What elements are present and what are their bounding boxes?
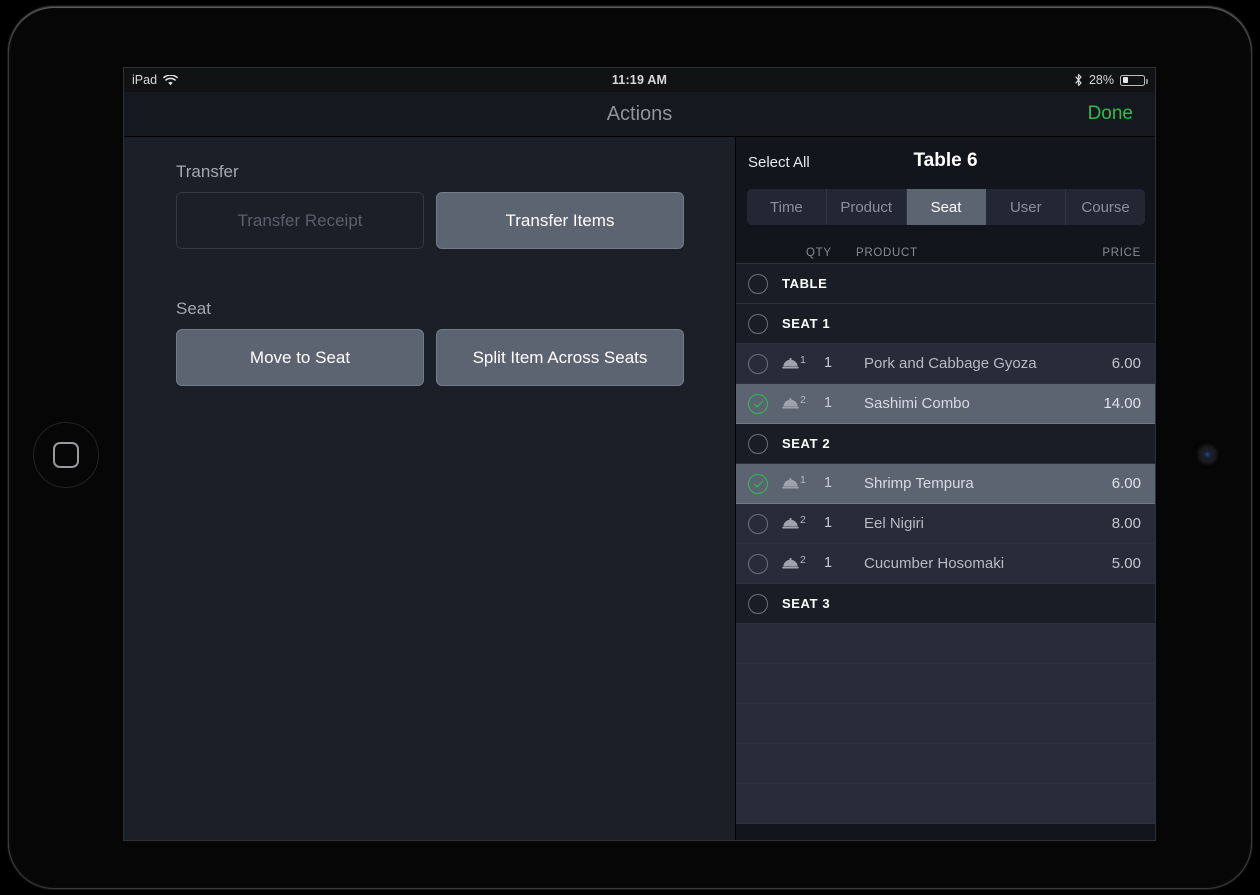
done-button[interactable]: Done — [1088, 92, 1133, 136]
radio-circle-icon[interactable] — [748, 314, 768, 334]
order-item-list[interactable]: TABLE SEAT 1 1 1 Pork and Cabbage Gyoza 6.00 2… — [736, 264, 1155, 840]
transfer-section-label: Transfer — [176, 162, 239, 181]
actions-panel: Transfer Transfer Receipt Transfer Items… — [124, 137, 735, 840]
group-row[interactable]: SEAT 3 — [736, 584, 1155, 624]
item-price: 6.00 — [1111, 475, 1141, 492]
radio-circle-icon[interactable] — [748, 434, 768, 454]
radio-circle-icon[interactable] — [748, 354, 768, 374]
empty-row — [736, 704, 1155, 744]
battery-icon — [1120, 74, 1148, 86]
status-bar: iPad 11:19 AM 28% — [124, 68, 1155, 92]
order-panel-header: Select All Table 6 — [736, 137, 1155, 187]
group-row[interactable]: SEAT 1 — [736, 304, 1155, 344]
column-header-price: PRICE — [1102, 247, 1141, 259]
item-product-name: Shrimp Tempura — [864, 475, 974, 492]
segment-seat[interactable]: Seat — [906, 189, 987, 225]
split-item-across-seats-button[interactable]: Split Item Across Seats — [436, 329, 684, 386]
order-item-row[interactable]: 2 1 Eel Nigiri 8.00 — [736, 504, 1155, 544]
item-product-name: Pork and Cabbage Gyoza — [864, 355, 1037, 372]
content-area: Transfer Transfer Receipt Transfer Items… — [124, 137, 1155, 840]
empty-row — [736, 624, 1155, 664]
order-item-row[interactable]: 1 1 Pork and Cabbage Gyoza 6.00 — [736, 344, 1155, 384]
group-row-label: SEAT 3 — [782, 596, 831, 611]
column-header-qty: QTY — [806, 247, 832, 259]
checkmark-icon[interactable] — [748, 394, 768, 414]
column-header-product: PRODUCT — [856, 247, 918, 259]
radio-circle-icon[interactable] — [748, 554, 768, 574]
transfer-receipt-button[interactable]: Transfer Receipt — [176, 192, 424, 249]
group-row[interactable]: TABLE — [736, 264, 1155, 304]
group-row[interactable]: SEAT 2 — [736, 424, 1155, 464]
grouping-segmented-control[interactable]: Time Product Seat User Course — [747, 189, 1145, 225]
seat-section-label: Seat — [176, 299, 211, 318]
cloche-icon: 2 — [782, 515, 806, 529]
group-row-label: SEAT 1 — [782, 316, 831, 331]
group-row-label: SEAT 2 — [782, 436, 831, 451]
nav-bar: Actions Done — [124, 92, 1155, 137]
order-item-row[interactable]: 2 1 Cucumber Hosomaki 5.00 — [736, 544, 1155, 584]
course-number: 1 — [800, 474, 806, 486]
empty-row — [736, 784, 1155, 824]
bluetooth-icon — [1074, 73, 1083, 87]
course-number: 1 — [800, 354, 806, 366]
empty-row — [736, 744, 1155, 784]
order-item-row[interactable]: 2 1 Sashimi Combo 14.00 — [736, 384, 1155, 424]
order-panel: Select All Table 6 Time Product Seat User Co… — [735, 137, 1155, 840]
status-bar-right: 28% — [1074, 68, 1148, 92]
move-to-seat-button[interactable]: Move to Seat — [176, 329, 424, 386]
home-button-square-icon — [53, 442, 79, 468]
item-qty: 1 — [824, 355, 833, 371]
radio-circle-icon[interactable] — [748, 514, 768, 534]
checkmark-icon[interactable] — [748, 474, 768, 494]
battery-fill — [1122, 77, 1129, 83]
table-title: Table 6 — [913, 150, 978, 171]
segment-course[interactable]: Course — [1066, 189, 1145, 225]
battery-percent-label: 28% — [1088, 73, 1114, 87]
course-number: 2 — [800, 394, 806, 406]
empty-row — [736, 664, 1155, 704]
item-qty: 1 — [824, 395, 833, 411]
home-button[interactable] — [33, 422, 99, 488]
item-qty: 1 — [824, 515, 833, 531]
radio-circle-icon[interactable] — [748, 594, 768, 614]
item-qty: 1 — [824, 555, 833, 571]
item-qty: 1 — [824, 475, 833, 491]
list-column-header: QTY PRODUCT PRICE — [736, 238, 1155, 264]
item-price: 8.00 — [1111, 515, 1141, 532]
segment-product[interactable]: Product — [827, 189, 907, 225]
cloche-icon: 1 — [782, 355, 806, 369]
item-product-name: Sashimi Combo — [864, 395, 970, 412]
item-price: 5.00 — [1111, 555, 1141, 572]
item-price: 14.00 — [1103, 395, 1141, 412]
course-number: 2 — [800, 514, 806, 526]
cloche-icon: 2 — [782, 555, 806, 569]
radio-circle-icon[interactable] — [748, 274, 768, 294]
item-price: 6.00 — [1111, 355, 1141, 372]
transfer-items-button[interactable]: Transfer Items — [436, 192, 684, 249]
cloche-icon: 2 — [782, 395, 806, 409]
page-title: Actions — [606, 103, 673, 125]
front-camera-icon — [1198, 445, 1217, 464]
cloche-icon: 1 — [782, 475, 806, 489]
course-number: 2 — [800, 554, 806, 566]
status-bar-time: 11:19 AM — [611, 73, 668, 87]
item-product-name: Eel Nigiri — [864, 515, 925, 532]
group-row-label: TABLE — [782, 276, 828, 291]
segment-user[interactable]: User — [986, 189, 1067, 225]
screen: iPad 11:19 AM 28% Actions Done Transfer … — [124, 68, 1155, 840]
ipad-device-frame: iPad 11:19 AM 28% Actions Done Transfer … — [8, 6, 1252, 889]
segment-time[interactable]: Time — [747, 189, 827, 225]
item-product-name: Cucumber Hosomaki — [864, 555, 1005, 572]
order-item-row[interactable]: 1 1 Shrimp Tempura 6.00 — [736, 464, 1155, 504]
